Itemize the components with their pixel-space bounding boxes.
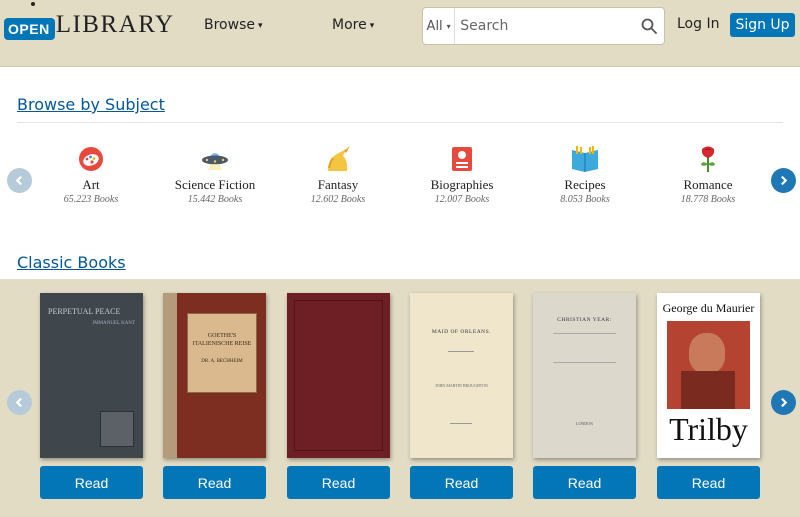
read-button[interactable]: Read <box>40 466 143 499</box>
caret-down-icon: ▾ <box>257 21 263 31</box>
palette-icon <box>77 145 105 173</box>
caret-down-icon: ▾ <box>446 21 451 31</box>
cover-illustration <box>667 321 750 409</box>
subject-biographies[interactable]: Biographies 12.007 Books <box>402 145 522 205</box>
book-cover[interactable]: MAID OF ORLEANS. JOHN MARTIN BROUGHTON <box>410 293 513 458</box>
open-library-logo[interactable]: OPEN LIBRARY <box>4 2 175 42</box>
book-card: Read <box>287 293 390 499</box>
cover-title: CHRISTIAN YEAR: <box>557 317 612 323</box>
search-scope-label: All <box>426 18 443 34</box>
cover-label <box>187 313 257 393</box>
read-button[interactable]: Read <box>657 466 760 499</box>
subject-name: Fantasy <box>317 177 359 192</box>
caret-down-icon: ▾ <box>369 21 375 31</box>
subject-art[interactable]: Art 65.223 Books <box>31 145 151 205</box>
subject-count: 8.053 Books <box>560 194 610 205</box>
login-link[interactable]: Log In <box>677 16 719 32</box>
section-divider <box>17 122 783 123</box>
classic-books-heading[interactable]: Classic Books <box>17 253 126 272</box>
cover-border <box>294 300 383 451</box>
subject-count: 65.223 Books <box>63 194 119 205</box>
signup-button[interactable]: Sign Up <box>730 13 795 37</box>
book-card: CHRISTIAN YEAR: LONDON Read <box>533 293 636 499</box>
logo-library-text: LIBRARY <box>55 11 175 38</box>
read-button[interactable]: Read <box>287 466 390 499</box>
subject-science-fiction[interactable]: Science Fiction 15.442 Books <box>155 145 275 205</box>
chevron-right-icon <box>781 175 788 186</box>
rose-icon <box>694 145 722 173</box>
cover-title: MAID OF ORLEANS. <box>431 329 492 335</box>
book-card: GOETHE'S ITALIENISCHE REISE DR. A. BECHH… <box>163 293 266 499</box>
subject-recipes[interactable]: Recipes 8.053 Books <box>525 145 645 205</box>
cover-author: JOHN MARTIN BROUGHTON <box>435 383 488 388</box>
ufo-icon <box>201 145 229 173</box>
more-menu[interactable]: More ▾ <box>332 17 374 33</box>
subject-name: Art <box>82 177 100 192</box>
cover-figure-body <box>681 371 735 409</box>
search-icon <box>641 18 658 34</box>
subjects-prev-arrow[interactable] <box>7 168 32 193</box>
books-next-arrow[interactable] <box>771 390 796 415</box>
cover-title: PERPETUAL PEACE <box>48 307 121 316</box>
subject-count: 12.007 Books <box>434 194 490 205</box>
cover-rule <box>448 351 474 352</box>
browse-by-subject-heading[interactable]: Browse by Subject <box>17 95 165 114</box>
search-bar: All ▾ <box>422 7 665 45</box>
search-scope-select[interactable]: All ▾ <box>423 8 456 44</box>
cover-author: DR. A. BECHHEIM <box>201 359 243 364</box>
chevron-left-icon <box>15 397 22 408</box>
subject-name: Science Fiction <box>174 177 256 192</box>
book-cover[interactable] <box>287 293 390 458</box>
browse-menu[interactable]: Browse ▾ <box>204 17 263 33</box>
book-card: PERPETUAL PEACE IMMANUEL KANT Read <box>40 293 143 499</box>
subject-count: 12.602 Books <box>310 194 366 205</box>
search-input[interactable] <box>455 8 635 44</box>
book-cover[interactable]: George du Maurier Trilby <box>657 293 760 458</box>
cover-title: GOETHE'S ITALIENISCHE REISE <box>192 333 252 347</box>
book-cover[interactable]: CHRISTIAN YEAR: LONDON <box>533 293 636 458</box>
cover-figure <box>689 333 725 373</box>
books-prev-arrow[interactable] <box>7 390 32 415</box>
cover-title: George du Maurier <box>662 301 755 315</box>
browse-menu-label: Browse <box>204 17 255 33</box>
read-button[interactable]: Read <box>163 466 266 499</box>
subject-name: Biographies <box>430 177 494 192</box>
id-badge-icon <box>448 145 476 173</box>
read-button[interactable]: Read <box>410 466 513 499</box>
cover-subtitle: Trilby <box>669 411 748 447</box>
more-menu-label: More <box>332 17 367 33</box>
site-header: OPEN LIBRARY Browse▾ More▾ All▾ Log In S… <box>0 0 800 52</box>
logo-dot <box>31 2 35 6</box>
cover-rule <box>553 333 616 363</box>
browse-by-subject-panel: Browse by Subject Art 65.223 Books Scien… <box>0 66 800 279</box>
cover-rule <box>450 423 472 424</box>
subject-count: 15.442 Books <box>187 194 243 205</box>
chevron-right-icon <box>781 397 788 408</box>
subjects-next-arrow[interactable] <box>771 168 796 193</box>
read-button[interactable]: Read <box>533 466 636 499</box>
cover-author: LONDON <box>576 421 593 426</box>
cover-author: IMMANUEL KANT <box>92 321 135 326</box>
cover-spine <box>163 293 177 458</box>
subject-fantasy[interactable]: Fantasy 12.602 Books <box>278 145 398 205</box>
recipe-book-icon <box>571 145 599 173</box>
chevron-left-icon <box>15 175 22 186</box>
search-button[interactable] <box>634 8 664 44</box>
book-cover[interactable]: GOETHE'S ITALIENISCHE REISE DR. A. BECHH… <box>163 293 266 458</box>
subject-count: 18.778 Books <box>680 194 736 205</box>
book-card: MAID OF ORLEANS. JOHN MARTIN BROUGHTON R… <box>410 293 513 499</box>
classic-books-carousel: PERPETUAL PEACE IMMANUEL KANT Read GOETH… <box>0 279 800 517</box>
unicorn-icon <box>324 145 352 173</box>
subject-romance[interactable]: Romance 18.778 Books <box>648 145 768 205</box>
book-cover[interactable]: PERPETUAL PEACE IMMANUEL KANT <box>40 293 143 458</box>
subject-name: Romance <box>683 177 733 192</box>
cover-emblem <box>100 411 134 447</box>
logo-open-badge: OPEN <box>4 18 55 40</box>
subject-name: Recipes <box>564 177 606 192</box>
book-card: George du Maurier Trilby Read <box>657 293 760 499</box>
